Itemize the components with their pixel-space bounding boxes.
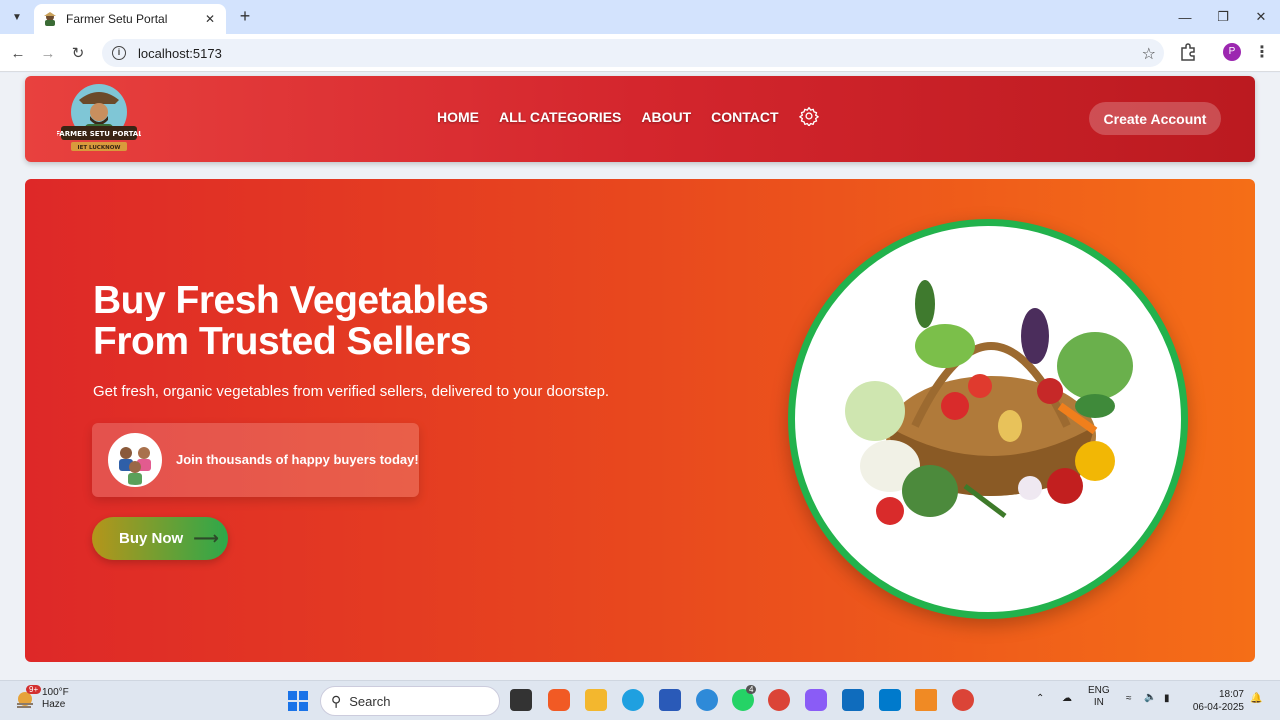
hero-title-line2: From Trusted Sellers	[93, 320, 471, 363]
clock-date: 06-04-2025	[1192, 702, 1244, 713]
nav-about[interactable]: ABOUT	[641, 109, 691, 125]
battery-icon[interactable]: ▮	[1164, 693, 1170, 705]
file-explorer-icon[interactable]	[585, 689, 607, 711]
search-icon: ⚲	[331, 692, 342, 709]
bookmark-star-icon[interactable]: ☆	[1142, 44, 1156, 64]
tray-chevron-up-icon[interactable]: ⌃	[1036, 693, 1044, 705]
notification-bell-icon[interactable]: 🔔	[1250, 693, 1262, 705]
restore-icon[interactable]: ❐	[1204, 0, 1242, 34]
copilot-icon[interactable]	[805, 689, 827, 711]
hero-title: Buy Fresh Vegetables From Trusted Seller…	[93, 280, 653, 362]
tab-close-icon[interactable]: ✕	[202, 12, 218, 26]
onedrive-icon[interactable]: ☁	[1062, 693, 1072, 705]
nav-all-categories[interactable]: ALL CATEGORIES	[499, 109, 621, 125]
browser-menu-icon[interactable]: ⋮	[1254, 42, 1270, 62]
forward-arrow-icon[interactable]: →	[36, 41, 60, 65]
weather-alert-badge: 9+	[26, 685, 42, 694]
weather-condition: Haze	[42, 699, 66, 710]
buyers-avatar-group	[108, 433, 162, 487]
farmer-favicon-icon	[44, 12, 56, 26]
task-view-icon[interactable]	[510, 689, 532, 711]
python-icon[interactable]	[696, 689, 718, 711]
chrome-icon[interactable]	[768, 689, 790, 711]
language-indicator[interactable]: ENG IN	[1088, 685, 1110, 709]
page-viewport: FARMER SETU PORTAL IET LUCKNOW HOME ALL …	[0, 73, 1280, 680]
address-bar[interactable]: i localhost:5173 ☆	[102, 39, 1164, 67]
system-clock[interactable]: 18:07 06-04-2025	[1190, 688, 1244, 714]
weather-text: 100°F Haze	[42, 687, 69, 711]
create-account-button[interactable]: Create Account	[1089, 102, 1221, 135]
extensions-puzzle-icon[interactable]	[1178, 42, 1198, 62]
new-tab-button[interactable]: +	[234, 6, 256, 28]
back-arrow-icon[interactable]: ←	[6, 41, 30, 65]
hero-section: Buy Fresh Vegetables From Trusted Seller…	[25, 179, 1255, 662]
farmer-setu-logo[interactable]: FARMER SETU PORTAL IET LUCKNOW	[57, 82, 141, 156]
wifi-icon[interactable]: ≈	[1126, 693, 1132, 705]
nav-contact[interactable]: CONTACT	[711, 109, 778, 125]
browser-tab[interactable]: Farmer Setu Portal ✕	[34, 4, 226, 34]
tab-title: Farmer Setu Portal	[66, 12, 168, 26]
tab-list-chevron-icon[interactable]: ▼	[6, 6, 28, 28]
microsoft-store-icon[interactable]	[659, 689, 681, 711]
vlc-icon[interactable]	[915, 689, 937, 711]
buy-now-label: Buy Now	[119, 530, 184, 547]
weather-haze-icon: 9+	[14, 685, 42, 711]
windows-taskbar: 9+ 100°F Haze ⚲ Search 4 ⌃ ☁ ENG IN ≈ 🔈 …	[0, 680, 1280, 720]
language-line1: ENG	[1088, 685, 1110, 696]
gear-icon[interactable]	[798, 106, 819, 126]
taskbar-search-label: Search	[349, 693, 391, 709]
main-nav: HOME ALL CATEGORIES ABOUT CONTACT	[437, 106, 819, 126]
browser-tab-bar: ▼ Farmer Setu Portal ✕ + — ❐ ✕	[0, 0, 1280, 34]
reload-icon[interactable]: ↻	[66, 41, 90, 65]
site-info-icon[interactable]: i	[112, 46, 126, 60]
outlook-icon[interactable]	[842, 689, 864, 711]
whatsapp-badge: 4	[746, 685, 757, 694]
logo-subtext: IET LUCKNOW	[78, 145, 121, 151]
hero-subtitle: Get fresh, organic vegetables from verif…	[93, 383, 610, 400]
hero-title-line1: Buy Fresh Vegetables	[93, 279, 489, 322]
browser-toolbar: ← → ↻ i localhost:5173 ☆ P ⋮	[0, 34, 1280, 72]
url-text: localhost:5173	[138, 45, 222, 61]
site-header: FARMER SETU PORTAL IET LUCKNOW HOME ALL …	[25, 76, 1255, 162]
volume-icon[interactable]: 🔈	[1144, 692, 1156, 704]
logo-text: FARMER SETU PORTAL	[57, 130, 141, 138]
join-buyers-card: Join thousands of happy buyers today!	[92, 423, 419, 497]
taskbar-search[interactable]: ⚲ Search	[320, 686, 500, 716]
chrome-profile-icon[interactable]	[952, 689, 974, 711]
close-window-icon[interactable]: ✕	[1242, 0, 1280, 34]
vscode-icon[interactable]	[879, 689, 901, 711]
brave-browser-icon[interactable]	[548, 689, 570, 711]
buy-now-button[interactable]: Buy Now ⟶	[92, 517, 228, 560]
windows-start-icon[interactable]	[288, 691, 308, 711]
buyers-illustration	[119, 447, 151, 485]
profile-avatar[interactable]: P	[1223, 43, 1241, 61]
nav-home[interactable]: HOME	[437, 109, 479, 125]
minimize-icon[interactable]: —	[1166, 0, 1204, 34]
edge-browser-icon[interactable]	[622, 689, 644, 711]
language-line2: IN	[1093, 697, 1104, 708]
vegetable-basket-image	[788, 219, 1188, 619]
arrow-right-icon: ⟶	[193, 528, 219, 548]
weather-widget[interactable]: 9+ 100°F Haze	[14, 685, 69, 711]
temperature: 100°F	[42, 687, 69, 698]
clock-time: 18:07	[1218, 689, 1244, 700]
join-buyers-text: Join thousands of happy buyers today!	[176, 452, 419, 467]
vegetable-basket-illustration	[845, 280, 1133, 525]
